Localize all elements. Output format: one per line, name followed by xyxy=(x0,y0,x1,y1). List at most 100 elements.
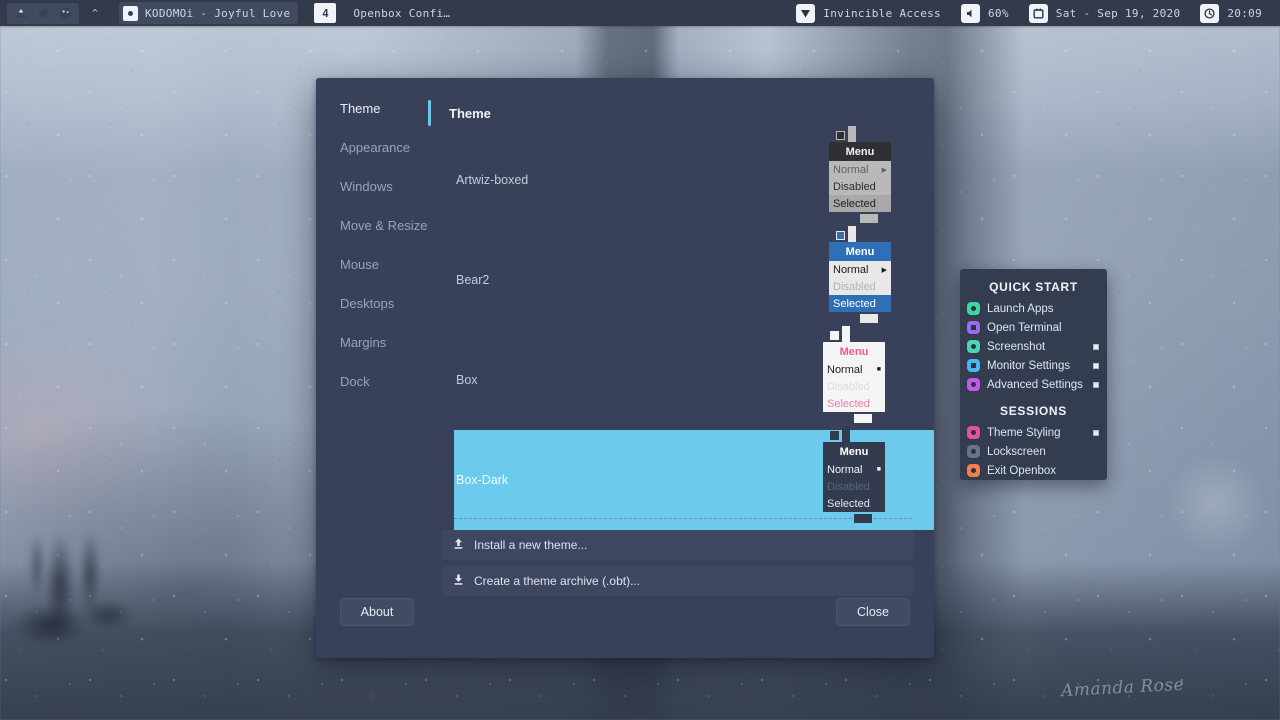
tray-volume-label: 60% xyxy=(987,6,1009,20)
menu-preview: Menu Normal ▶ Disabled Selected xyxy=(829,242,891,312)
theme-preview[interactable]: Menu Normal ■ Disabled Selected xyxy=(823,426,903,523)
menu-preview-title: Menu xyxy=(823,342,885,361)
quickstart-section-title: QUICK START xyxy=(989,280,1078,294)
menu-preview-title: Menu xyxy=(823,442,885,461)
menu-item-label: Lockscreen xyxy=(987,445,1046,458)
titlebar-buttons-preview xyxy=(823,326,903,342)
titlebar-buttons-preview xyxy=(823,426,903,442)
panel-expand-arrow[interactable]: ⌃ xyxy=(84,3,106,24)
openbox-configuration-window: Theme Appearance Windows Move & Resize M… xyxy=(316,78,934,658)
menu-preview-selected: Selected xyxy=(829,295,891,312)
submenu-marker xyxy=(1093,343,1099,350)
monitor-icon xyxy=(967,359,980,372)
menu-preview-title: Menu xyxy=(829,242,891,261)
theme-preview[interactable]: Menu Normal ▶ Disabled Selected xyxy=(829,126,909,223)
menu-preview-disabled: Disabled xyxy=(827,380,870,393)
tray-clock-label: 20:09 xyxy=(1227,6,1262,20)
camera-icon xyxy=(967,340,980,353)
task-button-music[interactable]: KODOMOi - Joyful Love xyxy=(119,2,299,24)
terminal-icon xyxy=(967,321,980,334)
sidebar-item-theme[interactable]: Theme xyxy=(340,100,426,117)
quickstart-items: Launch Apps Open Terminal Screenshot Monito… xyxy=(960,299,1107,394)
menu-preview-title: Menu xyxy=(829,142,891,161)
obconf-footer: About Close xyxy=(316,580,934,658)
titlebar-buttons-preview xyxy=(829,126,909,142)
palette-icon[interactable] xyxy=(54,4,76,23)
menu-item-launch-apps[interactable]: Launch Apps xyxy=(960,299,1107,318)
launcher-group xyxy=(7,2,79,24)
menu-item-label: Advanced Settings xyxy=(987,378,1083,391)
menu-item-label: Screenshot xyxy=(987,340,1046,353)
menu-preview-disabled: Disabled xyxy=(833,280,876,293)
tray-calendar[interactable]: Sat - Sep 19, 2020 xyxy=(1023,2,1191,24)
menu-preview: Menu Normal ▶ Disabled Selected xyxy=(829,142,891,212)
gear-icon xyxy=(967,378,980,391)
menu-preview: Menu Normal ■ Disabled Selected xyxy=(823,442,885,512)
leaf-icon[interactable] xyxy=(32,4,54,23)
accent-bar xyxy=(428,100,431,126)
tray-clock[interactable]: 20:09 xyxy=(1194,2,1272,24)
handle-preview xyxy=(854,414,872,423)
task-button-obconf[interactable]: Openbox Confi… xyxy=(349,2,458,24)
panel-tray: Invincible Access 60% Sat - Sep 19, 2020… xyxy=(786,0,1280,26)
theme-name: Box-Dark xyxy=(456,473,509,487)
sidebar-item-margins[interactable]: Margins xyxy=(340,334,426,351)
sidebar-item-mouse[interactable]: Mouse xyxy=(340,256,426,273)
handle-preview xyxy=(854,514,872,523)
search-apps-icon xyxy=(967,302,980,315)
install-theme-button[interactable]: Install a new theme... xyxy=(442,530,914,560)
install-theme-label: Install a new theme... xyxy=(474,538,588,552)
upload-icon xyxy=(452,537,465,553)
menu-preview-disabled: Disabled xyxy=(827,480,870,493)
theme-preview[interactable]: Menu Normal ■ Disabled Selected xyxy=(823,326,903,423)
menu-item-label: Launch Apps xyxy=(987,302,1054,315)
panel-left-group: ⌃ KODOMOi - Joyful Love 4 Openbox Confi… xyxy=(0,0,458,26)
volume-icon xyxy=(960,3,980,23)
sidebar-item-appearance[interactable]: Appearance xyxy=(340,139,426,156)
theme-name: Box xyxy=(456,373,478,387)
menu-item-theme-styling[interactable]: Theme Styling xyxy=(960,423,1107,442)
menu-preview-selected: Selected xyxy=(829,195,891,212)
menu-preview-disabled: Disabled xyxy=(833,180,876,193)
disc-icon xyxy=(123,5,138,21)
top-panel: ⌃ KODOMOi - Joyful Love 4 Openbox Confi…… xyxy=(0,0,1280,26)
submenu-marker xyxy=(1093,429,1099,436)
menu-preview-selected: Selected xyxy=(823,395,885,412)
sidebar-item-move-resize[interactable]: Move & Resize xyxy=(340,217,427,234)
sessions-items: Theme Styling Lockscreen Exit Openbox xyxy=(960,423,1107,480)
task-label: KODOMOi - Joyful Love xyxy=(145,6,291,20)
page-header: Theme xyxy=(426,100,934,126)
menu-item-exit-openbox[interactable]: Exit Openbox xyxy=(960,461,1107,480)
power-icon xyxy=(967,464,980,477)
handle-preview xyxy=(860,214,878,223)
menu-preview-selected: Selected xyxy=(823,495,885,512)
sidebar-item-windows[interactable]: Windows xyxy=(340,178,426,195)
quick-start-menu: QUICK START Launch Apps Open Terminal Scre… xyxy=(960,269,1107,480)
sidebar-item-dock[interactable]: Dock xyxy=(340,373,426,390)
tray-network-label: Invincible Access xyxy=(823,6,941,20)
sessions-section-title: SESSIONS xyxy=(1000,404,1067,418)
menu-item-lockscreen[interactable]: Lockscreen xyxy=(960,442,1107,461)
about-button[interactable]: About xyxy=(340,598,414,626)
menu-item-screenshot[interactable]: Screenshot xyxy=(960,337,1107,356)
lock-icon xyxy=(967,445,980,458)
menu-item-label: Theme Styling xyxy=(987,426,1061,439)
desktop-number[interactable]: 4 xyxy=(314,3,337,23)
close-button[interactable]: Close xyxy=(836,598,910,626)
sidebar-item-desktops[interactable]: Desktops xyxy=(340,295,426,312)
theme-preview[interactable]: Menu Normal ▶ Disabled Selected xyxy=(829,226,909,323)
tray-volume[interactable]: 60% xyxy=(955,2,1019,24)
menu-item-monitor-settings[interactable]: Monitor Settings xyxy=(960,356,1107,375)
menu-item-open-terminal[interactable]: Open Terminal xyxy=(960,318,1107,337)
menu-item-advanced-settings[interactable]: Advanced Settings xyxy=(960,375,1107,394)
menu-preview-normal: Normal ■ xyxy=(827,363,881,376)
menu-preview: Menu Normal ■ Disabled Selected xyxy=(823,342,885,412)
page-title: Theme xyxy=(449,105,491,121)
palette-icon xyxy=(967,426,980,439)
theme-name: Bear2 xyxy=(456,273,490,287)
mountain-icon[interactable] xyxy=(10,4,32,23)
calendar-icon xyxy=(1028,3,1048,23)
clock-icon xyxy=(1200,3,1220,23)
handle-preview xyxy=(860,314,878,323)
tray-network[interactable]: Invincible Access xyxy=(790,2,951,24)
